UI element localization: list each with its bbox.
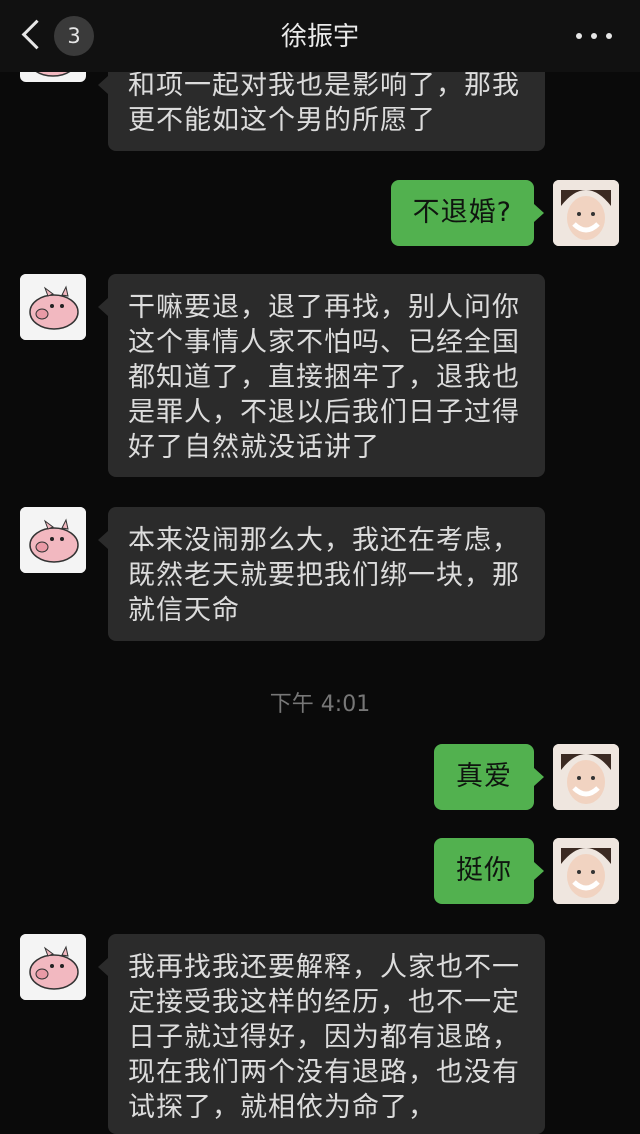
message-bubble[interactable]: 本来没闹那么大，我还在考虑，既然老天就要把我们绑一块，那就信天命 xyxy=(98,507,545,641)
message-text: 干嘛要退，退了再找，别人问你这个事情人家不怕吗、已经全国都知道了，直接捆牢了，退… xyxy=(128,292,520,463)
chat-header: 3 徐振宇 xyxy=(0,0,640,72)
contact-avatar[interactable] xyxy=(20,507,86,573)
message-text: 本来没闹那么大，我还在考虑，既然老天就要把我们绑一块，那就信天命 xyxy=(128,525,520,626)
user-avatar[interactable] xyxy=(553,838,619,904)
user-avatar[interactable] xyxy=(553,180,619,246)
message-bubble[interactable]: 干嘛要退，退了再找，别人问你这个事情人家不怕吗、已经全国都知道了，直接捆牢了，退… xyxy=(98,274,545,477)
contact-avatar[interactable] xyxy=(20,274,86,340)
contact-avatar[interactable] xyxy=(20,934,86,1000)
message-text: 挺你 xyxy=(456,855,512,886)
message-bubble[interactable]: 挺你 xyxy=(434,838,544,904)
message-text: 和项一起对我也是影响了，那我更不能如这个男的所愿了 xyxy=(128,70,520,136)
message-text: 我再找我还要解释，人家也不一定接受我这样的经历，也不一定日子就过得好，因为都有退… xyxy=(128,952,520,1123)
user-avatar[interactable] xyxy=(553,744,619,810)
chat-title: 徐振宇 xyxy=(280,22,359,52)
message-text: 真爱 xyxy=(456,761,512,792)
message-bubble[interactable]: 不退婚? xyxy=(390,180,545,246)
more-dots-icon[interactable] xyxy=(574,24,614,48)
message-text: 不退婚? xyxy=(412,197,512,228)
message-bubble[interactable]: 真爱 xyxy=(434,744,544,810)
timestamp: 下午 4:01 xyxy=(269,692,371,717)
message-bubble[interactable]: 我再找我还要解释，人家也不一定接受我这样的经历，也不一定日子就过得好，因为都有退… xyxy=(98,934,545,1134)
